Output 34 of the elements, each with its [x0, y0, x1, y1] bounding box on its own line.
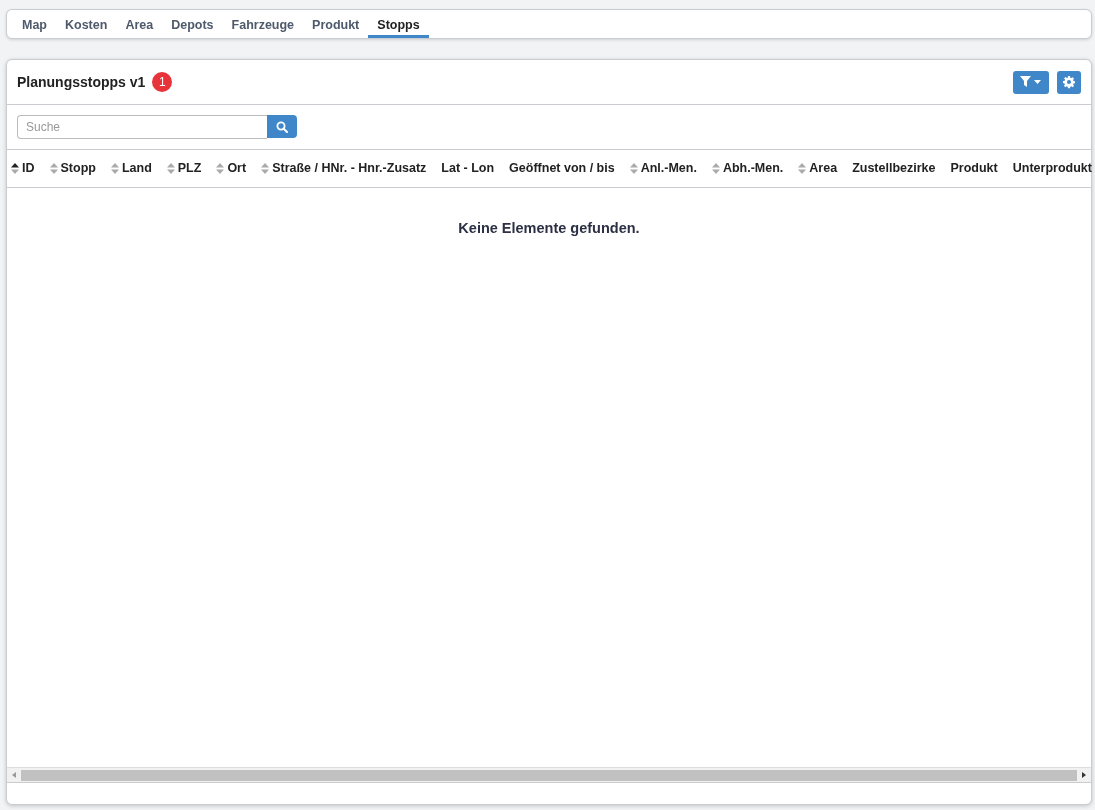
settings-icon: [1063, 74, 1075, 90]
search-icon: [276, 120, 288, 133]
column-header: Geöffnet von / bis: [508, 160, 616, 178]
column-header[interactable]: PLZ: [160, 159, 211, 178]
nav-tab[interactable]: Stopps: [368, 10, 429, 38]
column-header: Lat - Lon: [440, 160, 496, 178]
nav-tab[interactable]: Fahrzeuge: [222, 10, 304, 38]
nav-tab[interactable]: Map: [13, 10, 56, 38]
search-field[interactable]: Suche: [17, 115, 267, 139]
nav-tab[interactable]: Depots: [162, 10, 223, 38]
horizontal-scrollbar[interactable]: [7, 767, 1091, 782]
count-badge: 1: [152, 72, 173, 92]
column-header[interactable]: Ort: [210, 159, 256, 178]
settings-button[interactable]: [1057, 70, 1081, 94]
panel-title: Planungsstopps v1: [17, 72, 146, 92]
column-header[interactable]: Straße / HNr. - Hnr.-Zusatz: [255, 159, 436, 178]
scrollbar-thumb[interactable]: [21, 769, 1077, 781]
empty-message: Keine Elemente gefunden.: [458, 219, 640, 238]
column-header[interactable]: Land: [104, 159, 161, 178]
column-header[interactable]: Anl.-Men.: [623, 159, 706, 178]
nav-tab[interactable]: Produkt: [303, 10, 369, 38]
column-header[interactable]: Area: [792, 159, 847, 178]
column-header: Unterprodukt: [1011, 160, 1093, 178]
column-header: Zustellbezirke: [851, 160, 937, 178]
column-header[interactable]: Abh.-Men.: [705, 159, 793, 178]
sort-icon[interactable]: [11, 163, 19, 174]
column-header[interactable]: Stopp: [43, 159, 105, 178]
search-button[interactable]: [267, 115, 297, 138]
filter-icon: [1020, 76, 1042, 88]
nav-tab[interactable]: Kosten: [56, 10, 117, 38]
filter-dropdown-button[interactable]: [1013, 70, 1049, 94]
column-header[interactable]: ID: [11, 159, 44, 178]
column-header: Produkt: [949, 160, 999, 178]
nav-tab[interactable]: Area: [116, 10, 163, 38]
